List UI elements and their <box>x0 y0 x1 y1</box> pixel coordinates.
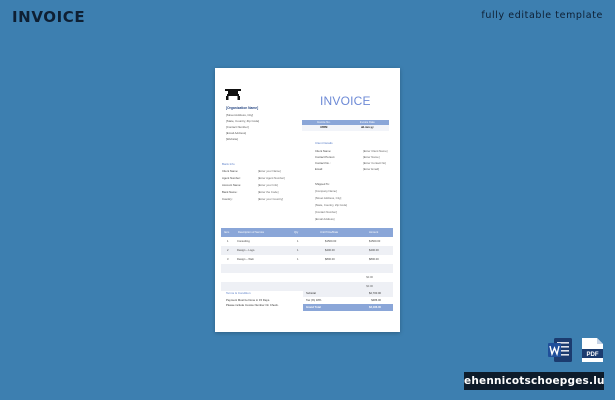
word-icon <box>548 338 572 362</box>
client-field-value: [Enter Name] <box>363 155 380 159</box>
bank-field-label: Account Name: <box>222 183 242 187</box>
client-field-label: Contact No.: <box>315 161 331 165</box>
tax-row: Tax (%) 18% $486.00 <box>303 297 393 304</box>
col-header-description: Description of Service <box>238 231 265 234</box>
line-item-row: 2 Design – Logo 1 $400.00 $400.00 <box>221 246 393 255</box>
org-address-line: [Contact Number] <box>226 125 249 129</box>
terms-line: Please include Invoice Number On Check. <box>226 303 279 307</box>
col-header-unit-price: Unit Price/Rate <box>320 231 339 234</box>
ship-to-line: [Email Address] <box>315 217 335 221</box>
line-item-no: 2 <box>227 249 229 252</box>
client-field-value: [Enter Client Name] <box>363 149 388 153</box>
client-field-label: Client Name: <box>315 149 332 153</box>
client-details-label: Client Details <box>315 141 333 145</box>
line-item-row: 1 Consulting 1 $1500.00 $1500.00 <box>221 237 393 246</box>
invoice-heading: INVOICE <box>320 94 371 108</box>
bank-field-value: [Enter the Code] <box>258 190 279 194</box>
line-item-price: $800.00 <box>325 258 335 261</box>
grand-total-value: $3,186.00 <box>369 306 381 309</box>
invoice-sheet: [Organization Name] [Street Address, Cit… <box>215 68 400 332</box>
organization-name: [Organization Name] <box>226 106 259 110</box>
organization-logo-icon <box>225 89 241 100</box>
blank-line-amount: $0.00 <box>366 276 373 279</box>
subtotal-row: Subtotal $2,700.00 <box>303 290 393 297</box>
line-item-no: 3 <box>227 258 229 261</box>
blank-line-row: $0.00 <box>221 273 393 282</box>
col-header-qty: Qty <box>294 231 299 234</box>
line-item-no: 1 <box>227 240 229 243</box>
line-item-amount: $400.00 <box>369 249 379 252</box>
line-item-amount: $1500.00 <box>369 240 381 243</box>
bank-field-label: Client Name: <box>222 169 239 173</box>
bank-field-value: [Enter your Country] <box>258 197 284 201</box>
invoice-date-value: dd-mm-yy <box>360 126 374 129</box>
terms-line: Payment Must be Done in 15 Days. <box>226 298 270 302</box>
line-item-qty: 1 <box>297 258 299 261</box>
line-item-price: $400.00 <box>325 249 335 252</box>
org-address-line: [Street Address, City] <box>226 113 254 117</box>
line-item-amount: $800.00 <box>369 258 379 261</box>
page-tagline: fully editable template <box>481 10 603 21</box>
client-field-value: [Enter Email] <box>363 167 380 171</box>
bank-field-value: [Enter your Info] <box>258 183 278 187</box>
org-address-line: [Email Address] <box>226 131 247 135</box>
line-item-desc: Consulting <box>237 240 250 243</box>
tax-value: $486.00 <box>371 299 381 302</box>
line-item-desc: Design – Logo <box>237 249 255 252</box>
blank-line-row <box>221 264 393 273</box>
line-items-header: Item Description of Service Qty Unit Pri… <box>221 228 393 237</box>
client-field-label: Contact Person: <box>315 155 336 159</box>
subtotal-label: Subtotal <box>306 292 316 295</box>
pdf-icon: PDF <box>582 338 603 362</box>
brand-watermark: ehennicotschoepges.lu <box>464 372 604 390</box>
line-item-qty: 1 <box>297 240 299 243</box>
invoice-meta-values: ##RM dd-mm-yy <box>302 125 389 131</box>
col-header-item: Item <box>224 231 230 234</box>
bank-field-value: [Enter Agent Number] <box>258 176 285 180</box>
ship-to-line: Shipped To: <box>315 182 330 186</box>
org-address-line: [Website] <box>226 137 238 141</box>
bank-field-value: [Enter your Name] <box>258 169 281 173</box>
tax-label: Tax (%) 18% <box>306 299 322 302</box>
line-item-price: $1500.00 <box>325 240 337 243</box>
line-item-row: 3 Design – Web 1 $800.00 $800.00 <box>221 255 393 264</box>
invoice-number-value: ##RM <box>320 126 328 129</box>
ship-to-line: [Contact Number] <box>315 210 337 214</box>
ship-to-line: [Company Name] <box>315 189 337 193</box>
terms-title: Terms & Condition <box>226 291 251 295</box>
ship-to-line: [State, Country, Zip Code] <box>315 203 348 207</box>
bank-field-label: Country: <box>222 197 233 201</box>
bank-field-label: Agent Number: <box>222 176 241 180</box>
org-address-line: [State, Country, Zip Code] <box>226 119 260 123</box>
client-field-label: Email: <box>315 167 323 171</box>
col-header-amount: Amount <box>369 231 379 234</box>
bank-info-label: Bank Info <box>222 162 235 166</box>
subtotal-value: $2,700.00 <box>369 292 381 295</box>
ship-to-line: [Street Address, City] <box>315 196 342 200</box>
line-item-qty: 1 <box>297 249 299 252</box>
client-field-value: [Enter Contact No] <box>363 161 387 165</box>
grand-total-row: Grand Total $3,186.00 <box>303 304 393 311</box>
grand-total-label: Grand Total <box>306 306 321 309</box>
line-item-desc: Design – Web <box>237 258 254 261</box>
bank-field-label: Bank Name: <box>222 190 238 194</box>
file-format-icons: PDF <box>548 338 603 362</box>
svg-text:PDF: PDF <box>587 352 599 358</box>
page-title: INVOICE <box>12 8 86 26</box>
